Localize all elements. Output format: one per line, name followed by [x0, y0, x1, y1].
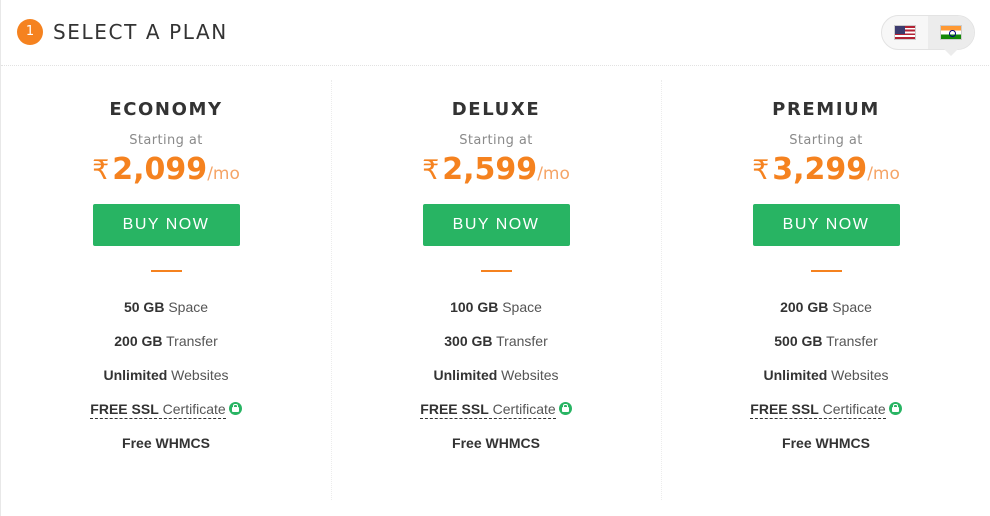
feature-value: FREE SSL	[420, 401, 489, 417]
feature-transfer: 200 GB Transfer	[1, 324, 331, 358]
feature-value: Unlimited	[763, 367, 828, 383]
feature-websites: Unlimited Websites	[1, 358, 331, 392]
starting-at-label: Starting at	[459, 133, 533, 148]
plan-card-premium: PREMIUM Starting at ₹ 3,299 /mo BUY NOW …	[661, 96, 990, 460]
feature-label: Certificate	[158, 401, 226, 417]
feature-value: 100 GB	[450, 299, 499, 315]
feature-value: Free WHMCS	[122, 435, 210, 451]
lock-icon	[558, 402, 572, 415]
feature-list: 50 GB Space 200 GB Transfer Unlimited We…	[1, 290, 331, 460]
feature-space: 50 GB Space	[1, 290, 331, 324]
plan-price: ₹ 3,299 /mo	[661, 152, 990, 188]
price-amount: 2,099	[112, 152, 208, 187]
feature-value: Unlimited	[433, 367, 498, 383]
plan-price: ₹ 2,599 /mo	[331, 152, 661, 188]
feature-label: Transfer	[492, 333, 548, 349]
feature-label: Websites	[167, 367, 229, 383]
divider-accent	[810, 270, 842, 272]
feature-value: FREE SSL	[90, 401, 159, 417]
step-number-badge: 1	[17, 19, 43, 45]
plan-card-deluxe: DELUXE Starting at ₹ 2,599 /mo BUY NOW 1…	[331, 96, 661, 460]
currency-usd-button[interactable]	[882, 16, 928, 49]
buy-now-button[interactable]: BUY NOW	[422, 204, 570, 246]
ssl-certificate-tooltip-link[interactable]: FREE SSL Certificate	[750, 401, 886, 419]
feature-whmcs: Free WHMCS	[661, 426, 990, 460]
ssl-certificate-tooltip-link[interactable]: FREE SSL Certificate	[90, 401, 226, 419]
feature-value: Free WHMCS	[452, 435, 540, 451]
starting-at-label: Starting at	[129, 133, 203, 148]
ssl-certificate-tooltip-link[interactable]: FREE SSL Certificate	[420, 401, 556, 419]
starting-at-label: Starting at	[789, 133, 863, 148]
feature-label: Space	[498, 299, 542, 315]
currency-inr-button[interactable]	[928, 16, 974, 56]
price-amount: 2,599	[442, 152, 538, 187]
plan-name: PREMIUM	[772, 99, 880, 120]
feature-value: Unlimited	[103, 367, 168, 383]
feature-label: Transfer	[162, 333, 218, 349]
feature-ssl: FREE SSL Certificate	[661, 392, 990, 426]
feature-label: Websites	[827, 367, 889, 383]
price-period: /mo	[207, 164, 240, 184]
plan-card-economy: ECONOMY Starting at ₹ 2,099 /mo BUY NOW …	[1, 96, 331, 460]
feature-label: Certificate	[488, 401, 556, 417]
rupee-icon: ₹	[92, 155, 110, 186]
feature-ssl: FREE SSL Certificate	[1, 392, 331, 426]
price-period: /mo	[537, 164, 570, 184]
feature-list: 200 GB Space 500 GB Transfer Unlimited W…	[661, 290, 990, 460]
divider-accent	[150, 270, 182, 272]
feature-websites: Unlimited Websites	[661, 358, 990, 392]
feature-value: Free WHMCS	[782, 435, 870, 451]
rupee-icon: ₹	[752, 155, 770, 186]
buy-now-button[interactable]: BUY NOW	[92, 204, 240, 246]
feature-label: Space	[828, 299, 872, 315]
rupee-icon: ₹	[422, 155, 440, 186]
us-flag-icon	[894, 25, 916, 40]
plan-selector-panel: 1 SELECT A PLAN ECONOMY Starting at ₹ 2,…	[0, 0, 990, 516]
divider-accent	[480, 270, 512, 272]
price-amount: 3,299	[772, 152, 868, 187]
plan-price: ₹ 2,099 /mo	[1, 152, 331, 188]
feature-value: 500 GB	[774, 333, 823, 349]
feature-value: 300 GB	[444, 333, 493, 349]
feature-whmcs: Free WHMCS	[331, 426, 661, 460]
feature-websites: Unlimited Websites	[331, 358, 661, 392]
price-period: /mo	[867, 164, 900, 184]
feature-space: 100 GB Space	[331, 290, 661, 324]
feature-ssl: FREE SSL Certificate	[331, 392, 661, 426]
india-flag-icon	[940, 25, 962, 40]
feature-value: 200 GB	[780, 299, 829, 315]
feature-space: 200 GB Space	[661, 290, 990, 324]
feature-label: Space	[164, 299, 209, 315]
feature-value: 200 GB	[114, 333, 163, 349]
feature-label: Websites	[497, 367, 559, 383]
feature-transfer: 500 GB Transfer	[661, 324, 990, 358]
lock-icon	[888, 402, 902, 415]
plan-name: ECONOMY	[109, 99, 223, 120]
lock-icon	[228, 402, 242, 415]
feature-transfer: 300 GB Transfer	[331, 324, 661, 358]
currency-switch	[881, 15, 975, 56]
feature-value: 50 GB	[123, 299, 165, 315]
buy-now-button[interactable]: BUY NOW	[752, 204, 900, 246]
feature-whmcs: Free WHMCS	[1, 426, 331, 460]
section-header: 1 SELECT A PLAN	[1, 0, 990, 66]
plan-name: DELUXE	[451, 99, 541, 120]
feature-list: 100 GB Space 300 GB Transfer Unlimited W…	[331, 290, 661, 460]
feature-label: Transfer	[822, 333, 878, 349]
feature-label: Certificate	[818, 401, 886, 417]
feature-value: FREE SSL	[750, 401, 819, 417]
section-title: SELECT A PLAN	[53, 20, 228, 44]
